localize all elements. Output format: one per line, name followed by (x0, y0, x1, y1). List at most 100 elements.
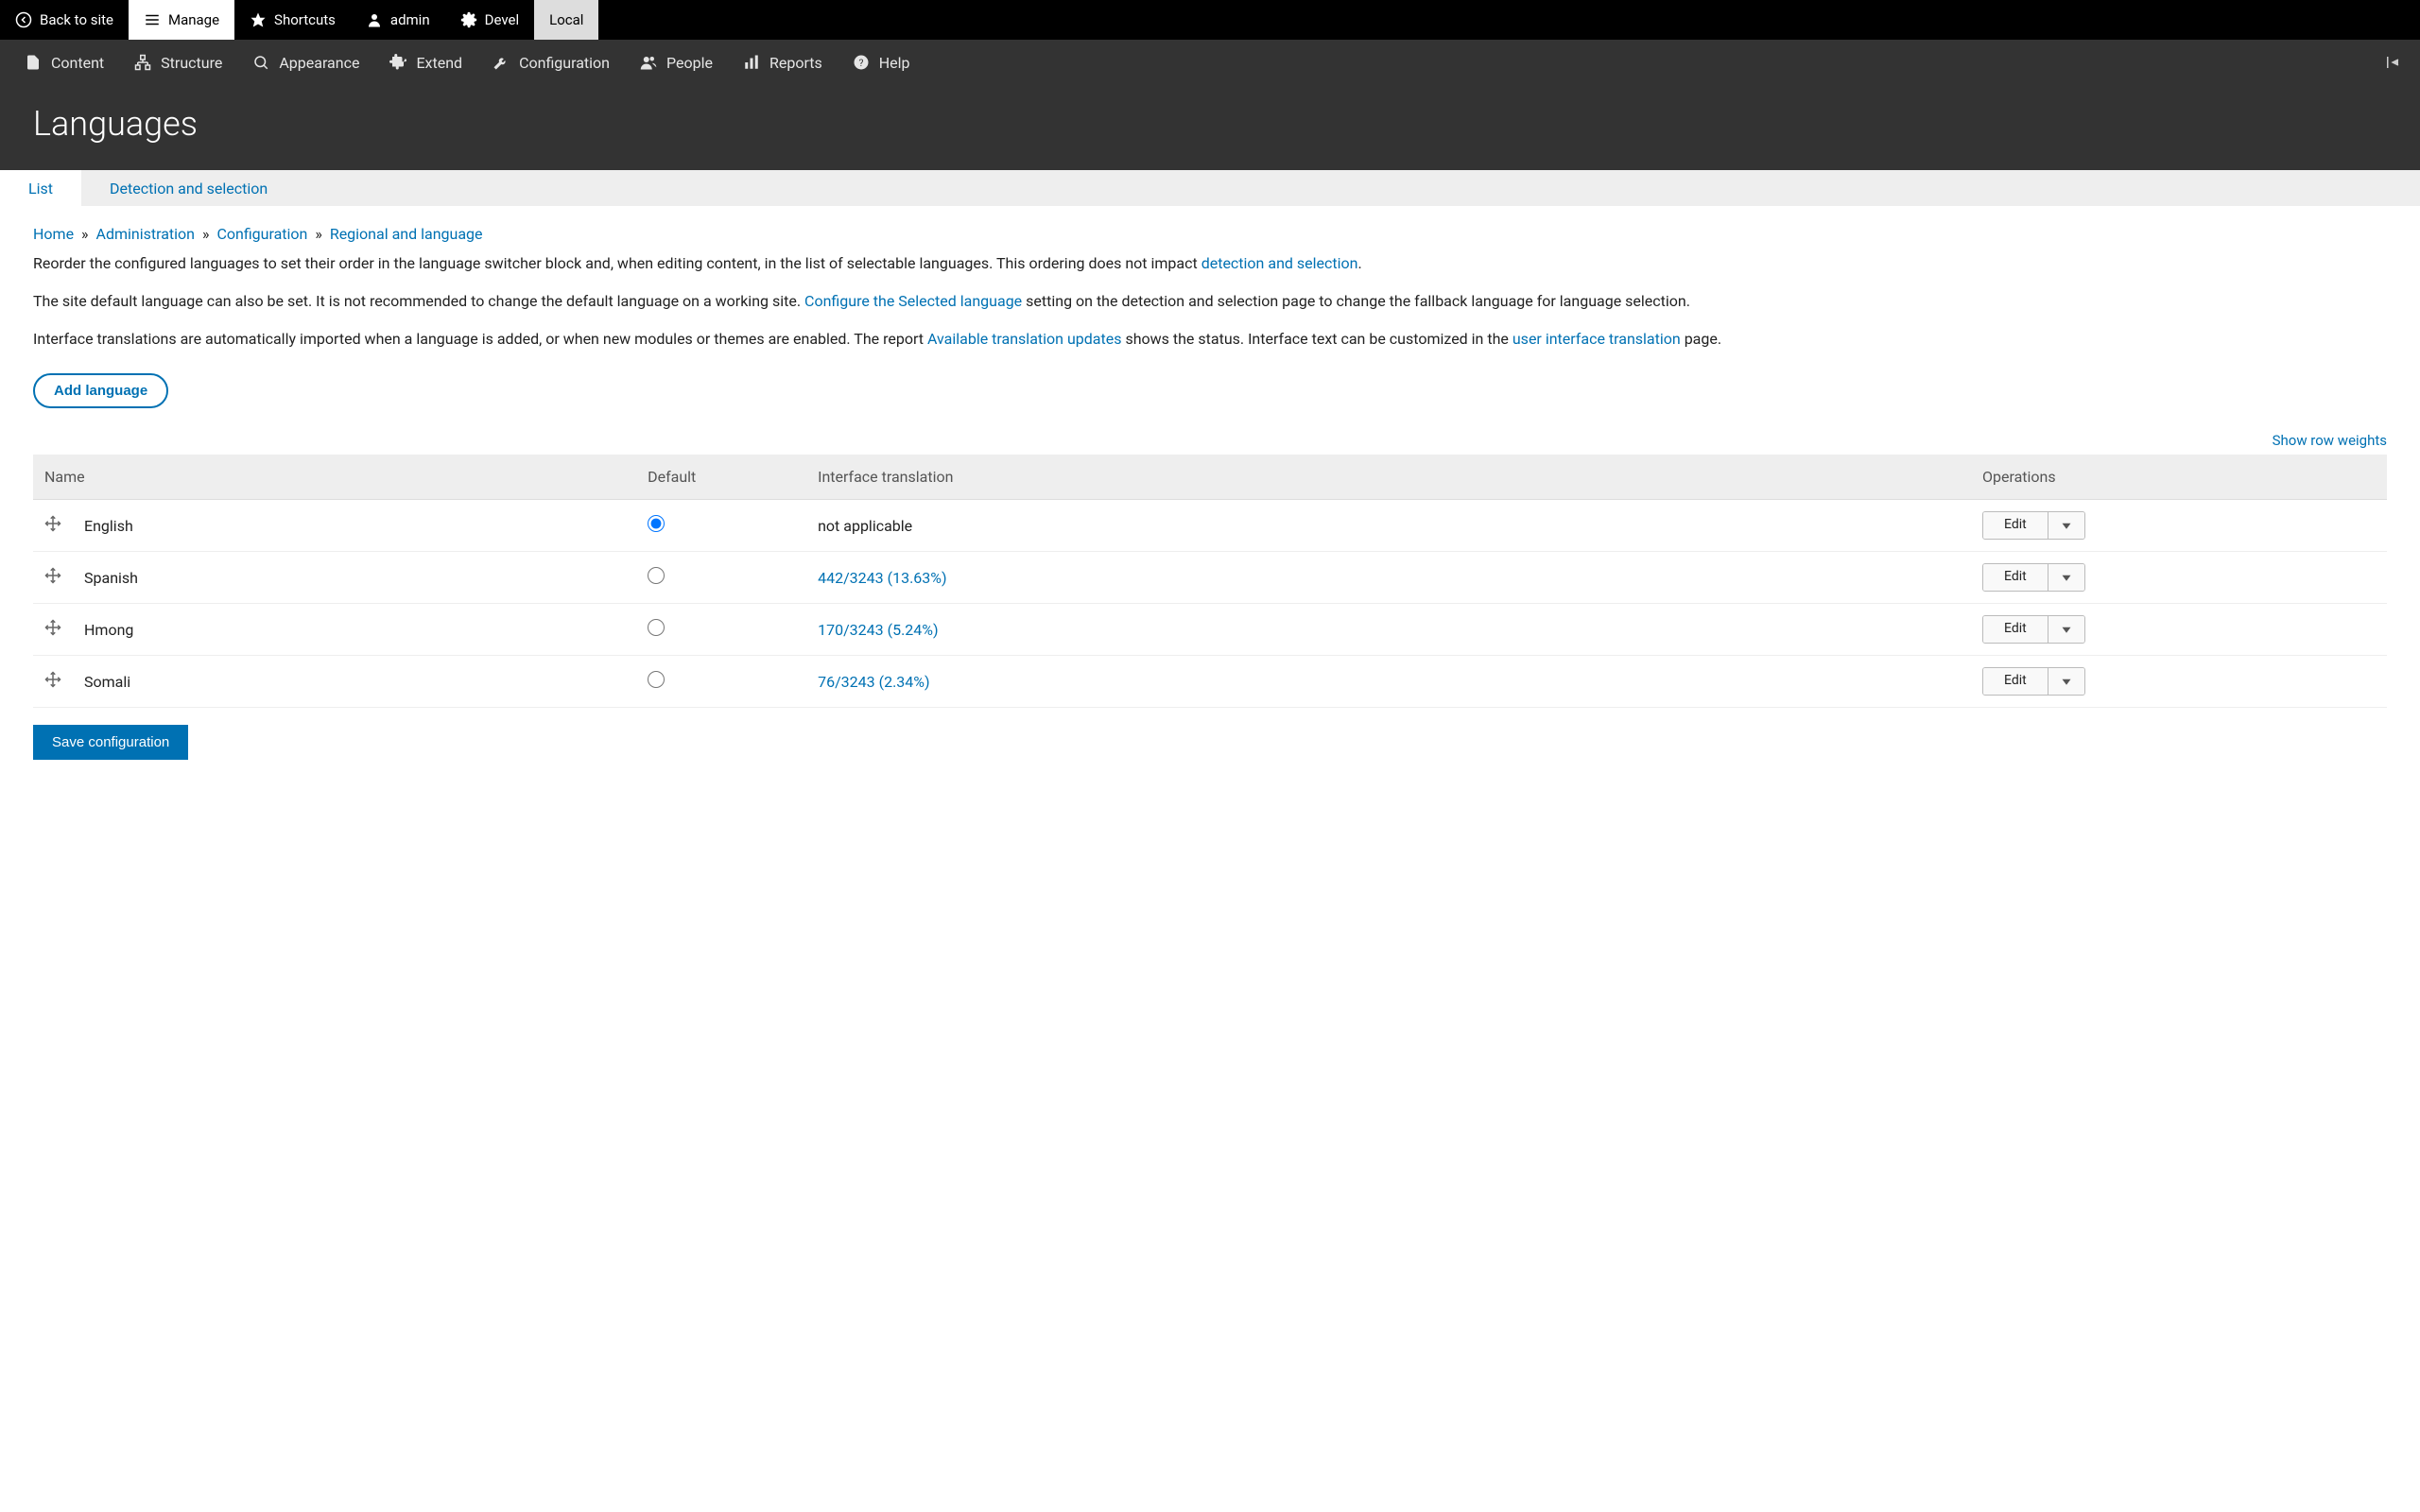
admin-appearance-label: Appearance (279, 54, 359, 72)
admin-people[interactable]: People (625, 40, 728, 85)
drag-handle[interactable] (33, 552, 73, 604)
page-title: Languages (33, 104, 2387, 144)
back-to-site[interactable]: Back to site (0, 0, 129, 40)
admin-appearance[interactable]: Appearance (237, 40, 374, 85)
manage-toggle[interactable]: Manage (129, 0, 234, 40)
default-cell (636, 656, 806, 708)
table-row: Somali 76/3243 (2.34%) Edit (33, 656, 2387, 708)
breadcrumb-home[interactable]: Home (33, 225, 74, 243)
primary-tabs: List Detection and selection (0, 170, 2420, 206)
wand-icon (252, 54, 269, 71)
breadcrumb-sep: » (315, 225, 322, 243)
admin-content[interactable]: Content (9, 40, 119, 85)
admin-configuration-label: Configuration (519, 54, 610, 72)
edit-button[interactable]: Edit (1983, 564, 2048, 591)
drag-handle[interactable] (33, 604, 73, 656)
edit-button[interactable]: Edit (1983, 668, 2048, 695)
orientation-toggle[interactable] (2375, 40, 2411, 85)
admin-menu-left: Content Structure Appearance Extend Conf… (9, 40, 925, 85)
drag-handle[interactable] (33, 500, 73, 552)
dropbutton-toggle[interactable] (2048, 564, 2084, 591)
default-cell (636, 552, 806, 604)
admin-extend[interactable]: Extend (374, 40, 477, 85)
move-icon (44, 515, 61, 532)
page-header: Languages (0, 85, 2420, 170)
dropbutton-toggle[interactable] (2048, 616, 2084, 643)
admin-extend-label: Extend (416, 54, 462, 72)
translation-cell: not applicable (806, 500, 1971, 552)
show-row-weights-link[interactable]: Show row weights (2273, 432, 2387, 449)
admin-help-label: Help (879, 54, 910, 72)
breadcrumb-admin[interactable]: Administration (96, 225, 196, 243)
admin-people-label: People (666, 54, 713, 72)
dropbutton-toggle[interactable] (2048, 668, 2084, 695)
translation-progress-link[interactable]: 442/3243 (13.63%) (818, 569, 946, 587)
detection-selection-link[interactable]: detection and selection (1201, 254, 1358, 272)
tab-list[interactable]: List (0, 170, 81, 206)
translation-cell: 76/3243 (2.34%) (806, 656, 1971, 708)
shortcuts-label: Shortcuts (274, 11, 336, 28)
file-icon (25, 54, 42, 71)
breadcrumb-sep: » (202, 225, 210, 243)
language-name: Somali (73, 656, 636, 708)
intro-paragraph-2: The site default language can also be se… (33, 290, 2387, 313)
default-language-radio[interactable] (648, 671, 665, 688)
local-env[interactable]: Local (534, 0, 598, 40)
tab-detection[interactable]: Detection and selection (81, 170, 296, 206)
breadcrumb-config[interactable]: Configuration (216, 225, 307, 243)
devel[interactable]: Devel (445, 0, 534, 40)
shortcuts[interactable]: Shortcuts (234, 0, 351, 40)
intro-text: setting on the detection and selection p… (1022, 292, 1690, 310)
toolbar: Back to site Manage Shortcuts admin Deve… (0, 0, 2420, 40)
breadcrumb-sep: » (81, 225, 89, 243)
table-header-row: Name Default Interface translation Opera… (33, 455, 2387, 500)
hamburger-icon (144, 11, 161, 28)
ui-translation-link[interactable]: user interface translation (1512, 330, 1681, 348)
admin-structure[interactable]: Structure (119, 40, 237, 85)
configure-selected-language-link[interactable]: Configure the Selected language (804, 292, 1022, 310)
admin-reports[interactable]: Reports (728, 40, 838, 85)
default-cell (636, 604, 806, 656)
table-row: Englishnot applicableEdit (33, 500, 2387, 552)
admin-menu: Content Structure Appearance Extend Conf… (0, 40, 2420, 85)
move-icon (44, 671, 61, 688)
operations-dropbutton: Edit (1982, 667, 2085, 696)
move-icon (44, 619, 61, 636)
admin-configuration[interactable]: Configuration (477, 40, 625, 85)
translation-progress-link[interactable]: 76/3243 (2.34%) (818, 673, 929, 691)
operations-dropbutton: Edit (1982, 563, 2085, 592)
default-language-radio[interactable] (648, 515, 665, 532)
wrench-icon (493, 54, 510, 71)
admin-structure-label: Structure (161, 54, 222, 72)
drag-handle[interactable] (33, 656, 73, 708)
table-row: Spanish442/3243 (13.63%)Edit (33, 552, 2387, 604)
operations-dropbutton: Edit (1982, 615, 2085, 644)
default-language-radio[interactable] (648, 619, 665, 636)
col-default: Default (636, 455, 806, 500)
manage-label: Manage (168, 11, 219, 28)
translation-updates-link[interactable]: Available translation updates (927, 330, 1122, 348)
col-translation: Interface translation (806, 455, 1971, 500)
intro-text: shows the status. Interface text can be … (1121, 330, 1512, 348)
collapse-icon (2384, 54, 2401, 71)
intro-text: page. (1681, 330, 1721, 348)
operations-cell: Edit (1971, 500, 2387, 552)
user-menu[interactable]: admin (351, 0, 445, 40)
operations-cell: Edit (1971, 656, 2387, 708)
operations-cell: Edit (1971, 552, 2387, 604)
dropbutton-toggle[interactable] (2048, 512, 2084, 539)
user-label: admin (390, 11, 430, 28)
edit-button[interactable]: Edit (1983, 512, 2048, 539)
breadcrumb-regional[interactable]: Regional and language (330, 225, 483, 243)
edit-button[interactable]: Edit (1983, 616, 2048, 643)
save-configuration-button[interactable]: Save configuration (33, 725, 188, 760)
translation-progress-link[interactable]: 170/3243 (5.24%) (818, 621, 938, 639)
add-language-button[interactable]: Add language (33, 373, 168, 408)
default-language-radio[interactable] (648, 567, 665, 584)
puzzle-icon (389, 54, 406, 71)
table-row: Hmong170/3243 (5.24%)Edit (33, 604, 2387, 656)
admin-help[interactable]: ? Help (838, 40, 925, 85)
star-icon (250, 11, 267, 28)
user-icon (366, 11, 383, 28)
admin-content-label: Content (51, 54, 104, 72)
